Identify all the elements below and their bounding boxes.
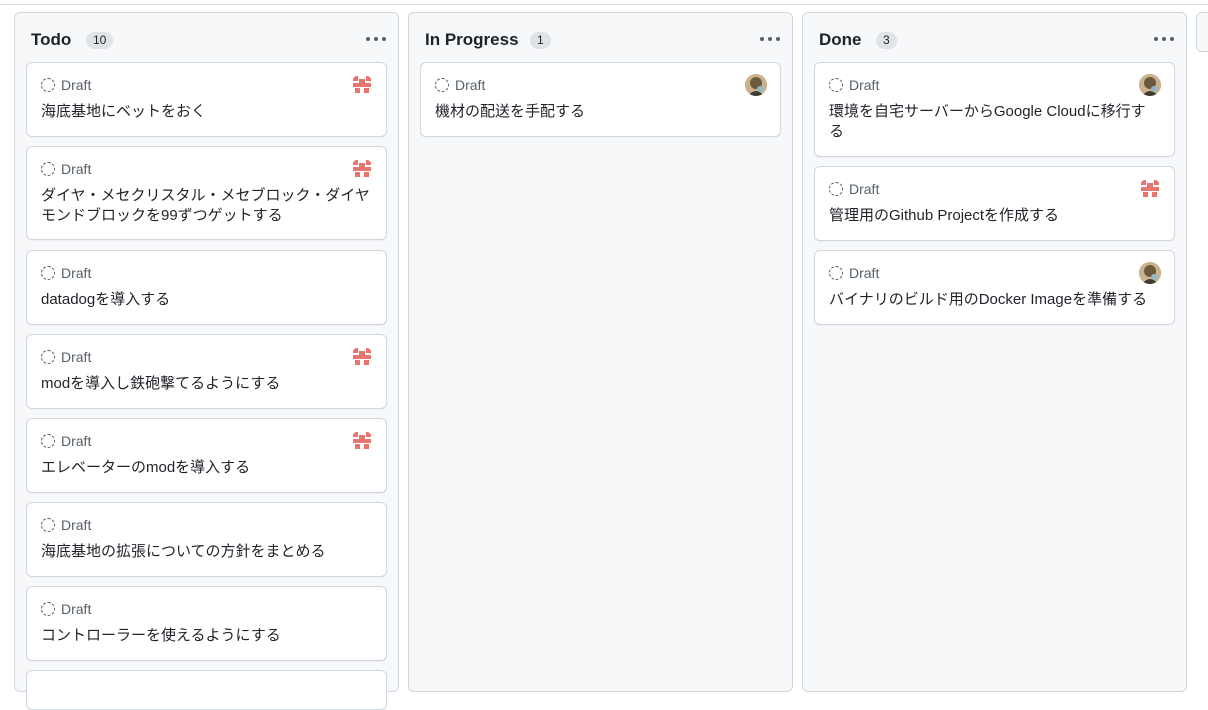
draft-circle-icon	[41, 434, 55, 448]
status-label: Draft	[61, 433, 92, 449]
draft-circle-icon	[435, 78, 449, 92]
kebab-dot	[366, 37, 370, 41]
status-label: Draft	[849, 265, 880, 281]
status-label: Draft	[61, 517, 92, 533]
assignee-avatar[interactable]	[745, 74, 767, 96]
card[interactable]: Draft ダイヤ・メセクリスタル・メセブロック・ダイヤモンドブロックを99ずつ…	[26, 146, 387, 240]
column-todo: Todo 10 Draft 海底基地にベットをおく Draft ダイヤ・メセクリ…	[14, 12, 399, 710]
column-header: Todo 10	[15, 13, 398, 63]
draft-circle-icon	[829, 182, 843, 196]
card-title[interactable]: modを導入し鉄砲撃てるようにする	[41, 374, 372, 394]
card-title[interactable]: 管理用のGithub Projectを作成する	[829, 206, 1160, 226]
card[interactable]: Draft エレベーターのmodを導入する	[26, 418, 387, 493]
column-title: Done	[819, 30, 862, 49]
card-title[interactable]: 機材の配送を手配する	[435, 102, 766, 122]
status-label: Draft	[849, 181, 880, 197]
draft-circle-icon	[829, 266, 843, 280]
status-label: Draft	[61, 349, 92, 365]
draft-circle-icon	[41, 266, 55, 280]
card[interactable]: Draft 海底基地の拡張についての方針をまとめる	[26, 502, 387, 577]
card-status: Draft	[829, 180, 879, 198]
kebab-dot	[776, 37, 780, 41]
status-label: Draft	[455, 77, 486, 93]
card-title[interactable]: ダイヤ・メセクリスタル・メセブロック・ダイヤモンドブロックを99ずつゲットする	[41, 186, 372, 226]
assignee-avatar[interactable]	[351, 346, 373, 368]
draft-circle-icon	[41, 162, 55, 176]
column-count-badge: 3	[876, 32, 897, 49]
card[interactable]: Draft 機材の配送を手配する	[420, 62, 781, 137]
kebab-dot	[1170, 37, 1174, 41]
draft-circle-icon	[829, 78, 843, 92]
column-menu-button[interactable]	[1154, 36, 1174, 42]
draft-circle-icon	[41, 518, 55, 532]
assignee-avatar[interactable]	[1139, 74, 1161, 96]
card[interactable]: Draft 環境を自宅サーバーからGoogle Cloudに移行する	[814, 62, 1175, 157]
column-in-progress: In Progress 1 Draft 機材の配送を手配する	[408, 12, 793, 692]
card[interactable]: Draft コントローラーを使えるようにする	[26, 586, 387, 661]
card-title[interactable]: エレベーターのmodを導入する	[41, 458, 372, 478]
card-status: Draft	[41, 600, 91, 618]
column-count-badge: 10	[86, 32, 114, 49]
card-title[interactable]: コントローラーを使えるようにする	[41, 626, 372, 646]
kebab-dot	[374, 37, 378, 41]
card-status: Draft	[41, 348, 91, 366]
next-column-edge	[1196, 12, 1208, 52]
assignee-avatar[interactable]	[1139, 178, 1161, 200]
kebab-dot	[768, 37, 772, 41]
status-label: Draft	[61, 161, 92, 177]
assignee-avatar[interactable]	[351, 158, 373, 180]
column-menu-button[interactable]	[760, 36, 780, 42]
card[interactable]: Draft datadogを導入する	[26, 250, 387, 325]
card-status: Draft	[41, 264, 91, 282]
status-label: Draft	[61, 265, 92, 281]
column-menu-button[interactable]	[366, 36, 386, 42]
column-done: Done 3 Draft 環境を自宅サーバーからGoogle Cloudに移行す…	[802, 12, 1187, 692]
status-label: Draft	[849, 77, 880, 93]
card[interactable]: Draft バイナリのビルド用のDocker Imageを準備する	[814, 250, 1175, 325]
kebab-dot	[382, 37, 386, 41]
assignee-avatar[interactable]	[351, 430, 373, 452]
column-count-badge: 1	[530, 32, 551, 49]
card-title[interactable]: バイナリのビルド用のDocker Imageを準備する	[829, 290, 1160, 310]
kebab-dot	[760, 37, 764, 41]
card-status: Draft	[829, 264, 879, 282]
draft-circle-icon	[41, 602, 55, 616]
card-status: Draft	[435, 76, 485, 94]
status-label: Draft	[61, 601, 92, 617]
column-header: In Progress 1	[409, 13, 792, 63]
card[interactable]: Draft 管理用のGithub Projectを作成する	[814, 166, 1175, 241]
draft-circle-icon	[41, 78, 55, 92]
card[interactable]: Draft 海底基地にベットをおく	[26, 62, 387, 137]
card-title[interactable]: 環境を自宅サーバーからGoogle Cloudに移行する	[829, 102, 1160, 142]
status-label: Draft	[61, 77, 92, 93]
card-status: Draft	[829, 76, 879, 94]
column-title: In Progress	[425, 30, 519, 49]
card-status: Draft	[41, 516, 91, 534]
card-title[interactable]: 海底基地にベットをおく	[41, 102, 372, 122]
assignee-avatar[interactable]	[351, 74, 373, 96]
card[interactable]: Draft modを導入し鉄砲撃てるようにする	[26, 334, 387, 409]
card-status: Draft	[41, 76, 91, 94]
project-board: Todo 10 Draft 海底基地にベットをおく Draft ダイヤ・メセクリ…	[0, 0, 1208, 710]
card-title[interactable]: datadogを導入する	[41, 290, 372, 310]
kebab-dot	[1154, 37, 1158, 41]
card-title[interactable]: 海底基地の拡張についての方針をまとめる	[41, 542, 372, 562]
column-header: Done 3	[803, 13, 1186, 63]
card-status: Draft	[41, 432, 91, 450]
assignee-avatar[interactable]	[1139, 262, 1161, 284]
card-status: Draft	[41, 160, 91, 178]
column-title: Todo	[31, 30, 72, 49]
card-partial[interactable]	[26, 670, 387, 710]
draft-circle-icon	[41, 350, 55, 364]
kebab-dot	[1162, 37, 1166, 41]
